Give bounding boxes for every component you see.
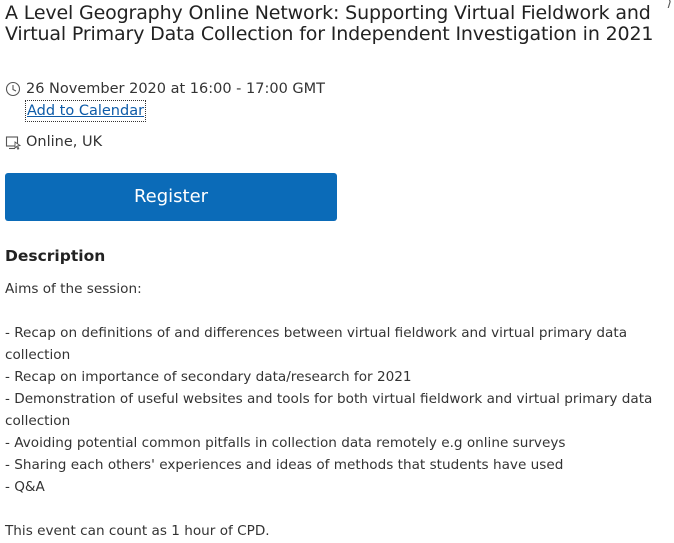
event-title: A Level Geography Online Network: Suppor…	[5, 2, 654, 45]
description-footer: This event can count as 1 hour of CPD.	[5, 523, 270, 539]
list-item: - Q&A	[5, 479, 45, 495]
list-item: - Avoiding potential common pitfalls in …	[5, 435, 566, 451]
register-button[interactable]: Register	[5, 173, 337, 221]
list-item: - Demonstration of useful websites and t…	[5, 391, 653, 429]
list-item: - Recap on importance of secondary data/…	[5, 369, 412, 385]
list-item: - Sharing each others' experiences and i…	[5, 457, 564, 473]
event-date-row: 26 November 2020 at 16:00 - 17:00 GMT	[5, 80, 325, 99]
online-location-icon	[5, 135, 23, 153]
description-body: Aims of the session: - Recap on definiti…	[5, 278, 671, 542]
list-item: - Recap on definitions of and difference…	[5, 325, 628, 363]
event-date: 26 November 2020 at 16:00 - 17:00 GMT	[26, 81, 326, 97]
clock-icon	[5, 81, 23, 99]
event-location-row: Online, UK	[5, 134, 102, 153]
add-to-calendar-link[interactable]: Add to Calendar	[25, 100, 147, 122]
description-heading: Description	[5, 247, 106, 265]
description-intro: Aims of the session:	[5, 281, 142, 297]
event-location: Online, UK	[26, 134, 103, 150]
